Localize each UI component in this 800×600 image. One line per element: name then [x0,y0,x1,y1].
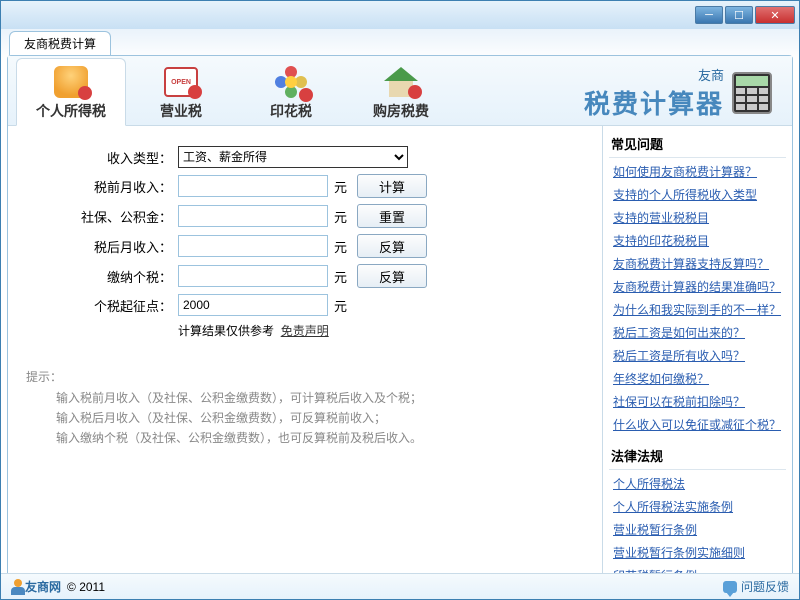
pretax-input[interactable] [178,175,328,197]
feedback-label: 问题反馈 [741,578,789,595]
outer-tab[interactable]: 友商税费计算 [9,31,111,55]
window-controls: ─ ☐ ✕ [695,6,795,24]
faq-link[interactable]: 友商税费计算器支持反算吗？ [609,252,786,275]
taxpaid-label: 缴纳个税： [18,267,178,286]
faq-link[interactable]: 为什么和我实际到手的不一样？ [609,298,786,321]
law-link[interactable]: 个人所得税法 [609,472,786,495]
main-column: 收入类型： 工资、薪金所得 税前月收入： 元 计算 社保、公积金： 元 重置 [8,126,602,588]
titlebar: ─ ☐ ✕ [1,1,799,29]
result-note: 计算结果仅供参考 [178,324,274,338]
tab-personal-income-tax[interactable]: 个人所得税 [16,58,126,126]
reverse-button-2[interactable]: 反算 [357,264,427,288]
unit-label: 元 [328,267,357,286]
footer-copyright: © 2011 [67,580,105,594]
faq-link[interactable]: 如何使用友商税费计算器？ [609,160,786,183]
brand-area: 友商 税费计算器 [572,61,784,125]
faq-link[interactable]: 什么收入可以免征或减征个税？ [609,413,786,436]
tab-business-tax[interactable]: OPEN 营业税 [126,59,236,125]
feedback-link[interactable]: 问题反馈 [723,578,789,595]
house-icon [381,65,421,99]
posttax-input[interactable] [178,235,328,257]
faq-link[interactable]: 税后工资是所有收入吗？ [609,344,786,367]
pretax-label: 税前月收入： [18,177,178,196]
tab-label: 购房税费 [350,101,452,121]
tip-line: 输入税前月收入（及社保、公积金缴费数），可计算税后收入及个税； [26,388,584,408]
row-pretax: 税前月收入： 元 计算 [18,174,592,198]
open-sign-icon: OPEN [161,65,201,99]
flower-icon [271,65,311,99]
result-note-row: 计算结果仅供参考 免责声明 [178,322,592,341]
threshold-input[interactable] [178,294,328,316]
posttax-label: 税后月收入： [18,237,178,256]
sidebar: 常见问题 如何使用友商税费计算器？ 支持的个人所得税收入类型 支持的营业税税目 … [602,126,792,588]
person-tax-icon [51,65,91,99]
tab-stamp-tax[interactable]: 印花税 [236,59,346,125]
tips-title: 提示： [26,367,584,387]
faq-link[interactable]: 友商税费计算器的结果准确吗？ [609,275,786,298]
law-link[interactable]: 营业税暂行条例 [609,518,786,541]
faq-link[interactable]: 支持的印花税税目 [609,229,786,252]
row-income-type: 收入类型： 工资、薪金所得 [18,146,592,168]
law-link[interactable]: 个人所得税法实施条例 [609,495,786,518]
brand-big: 税费计算器 [584,84,724,121]
tab-label: 印花税 [240,101,342,121]
bubble-icon [723,581,737,593]
income-type-label: 收入类型： [18,148,178,167]
taxpaid-input[interactable] [178,265,328,287]
tab-label: 个人所得税 [21,101,121,121]
income-type-select[interactable]: 工资、薪金所得 [178,146,408,168]
faq-link[interactable]: 税后工资是如何出来的？ [609,321,786,344]
reset-button[interactable]: 重置 [357,204,427,228]
row-taxpaid: 缴纳个税： 元 反算 [18,264,592,288]
faq-link[interactable]: 支持的营业税税目 [609,206,786,229]
threshold-label: 个税起征点： [18,296,178,315]
row-social: 社保、公积金： 元 重置 [18,204,592,228]
app-window: ─ ☐ ✕ 友商税费计算 个人所得税 OPEN 营业税 印花税 购房税费 [0,0,800,600]
faq-link[interactable]: 社保可以在税前扣除吗？ [609,390,786,413]
tips-block: 提示： 输入税前月收入（及社保、公积金缴费数），可计算税后收入及个税； 输入税后… [18,367,592,449]
unit-label: 元 [328,237,357,256]
row-threshold: 个税起征点： 元 [18,294,592,316]
outer-tab-row: 友商税费计算 [1,31,799,55]
reverse-button-1[interactable]: 反算 [357,234,427,258]
close-button[interactable]: ✕ [755,6,795,24]
brand-small: 友商 [584,65,724,84]
body-row: 收入类型： 工资、薪金所得 税前月收入： 元 计算 社保、公积金： 元 重置 [8,126,792,588]
calculator-icon [732,72,772,114]
disclaimer-link[interactable]: 免责声明 [281,324,329,338]
tab-house-tax[interactable]: 购房税费 [346,59,456,125]
footer-site[interactable]: 友商网 [25,578,61,595]
content-box: 个人所得税 OPEN 营业税 印花税 购房税费 友商 税费计算器 [7,55,793,587]
unit-label: 元 [328,177,357,196]
unit-label: 元 [328,296,357,315]
tip-line: 输入税后月收入（及社保、公积金缴费数），可反算税前收入； [26,408,584,428]
tab-label: 营业税 [130,101,232,121]
tip-line: 输入缴纳个税（及社保、公积金缴费数），也可反算税前及税后收入。 [26,428,584,448]
unit-label: 元 [328,207,357,226]
footer-logo-icon [11,579,25,595]
faq-header: 常见问题 [609,130,786,158]
faq-link[interactable]: 年终奖如何缴税？ [609,367,786,390]
social-input[interactable] [178,205,328,227]
law-link[interactable]: 营业税暂行条例实施细则 [609,541,786,564]
minimize-button[interactable]: ─ [695,6,723,24]
calc-button[interactable]: 计算 [357,174,427,198]
maximize-button[interactable]: ☐ [725,6,753,24]
faq-link[interactable]: 支持的个人所得税收入类型 [609,183,786,206]
tax-tabs-row: 个人所得税 OPEN 营业税 印花税 购房税费 友商 税费计算器 [8,56,792,126]
footer: 友商网 © 2011 问题反馈 [1,573,799,599]
row-posttax: 税后月收入： 元 反算 [18,234,592,258]
law-header: 法律法规 [609,442,786,470]
social-label: 社保、公积金： [18,207,178,226]
